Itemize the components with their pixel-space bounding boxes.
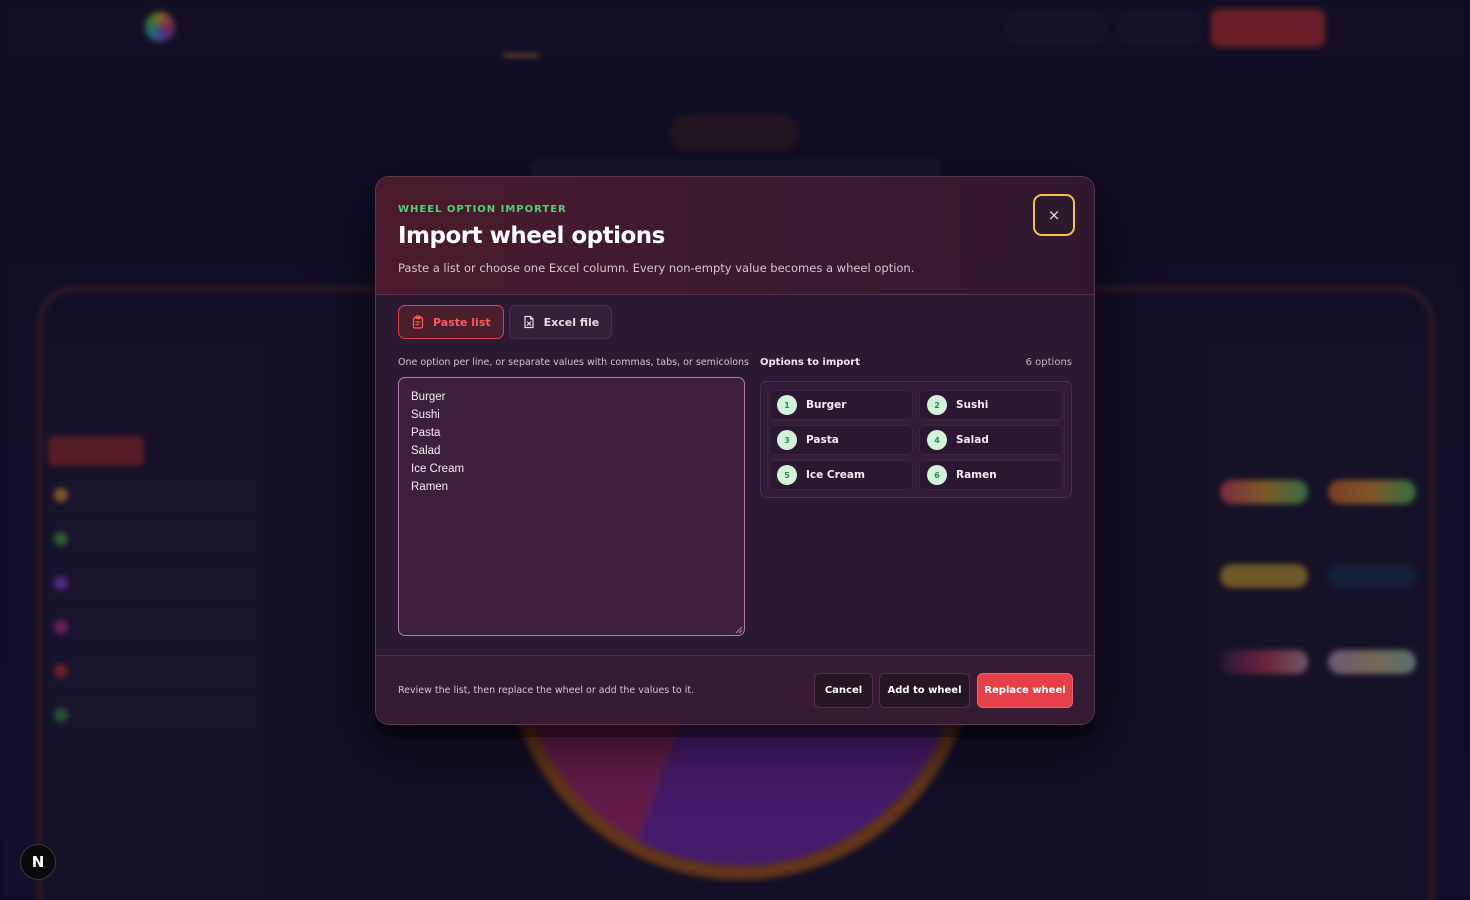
option-number: 5 <box>777 465 797 485</box>
modal-title: Import wheel options <box>398 223 665 249</box>
option-chip: 6 Ramen <box>919 460 1063 490</box>
tab-label: Paste list <box>433 315 491 329</box>
import-options-modal: WHEEL OPTION IMPORTER Import wheel optio… <box>375 176 1095 725</box>
option-number: 6 <box>927 465 947 485</box>
option-label: Pasta <box>806 434 839 446</box>
option-label: Salad <box>956 434 989 446</box>
excel-file-icon <box>524 315 534 329</box>
replace-wheel-button[interactable]: Replace wheel <box>977 673 1073 708</box>
preview-count: 6 options <box>1025 357 1072 368</box>
option-number: 3 <box>777 430 797 450</box>
close-icon: × <box>1047 206 1061 224</box>
add-to-wheel-button[interactable]: Add to wheel <box>879 673 970 708</box>
option-chip: 4 Salad <box>919 425 1063 455</box>
modal-header: WHEEL OPTION IMPORTER Import wheel optio… <box>376 177 1094 295</box>
option-label: Sushi <box>956 399 989 411</box>
modal-eyebrow: WHEEL OPTION IMPORTER <box>398 204 567 215</box>
modal-footer: Review the list, then replace the wheel … <box>376 655 1094 724</box>
clipboard-icon <box>412 315 424 329</box>
option-chip: 3 Pasta <box>769 425 913 455</box>
close-button[interactable]: × <box>1033 194 1075 236</box>
option-chip: 1 Burger <box>769 390 913 420</box>
option-chip: 5 Ice Cream <box>769 460 913 490</box>
options-textarea[interactable]: Burger Sushi Pasta Salad Ice Cream Ramen <box>398 377 745 636</box>
preview-heading: Options to import <box>760 357 861 368</box>
tab-label: Excel file <box>543 315 600 329</box>
import-mode-tabs: Paste list Excel file <box>398 305 613 339</box>
option-label: Ramen <box>956 469 997 481</box>
cancel-button[interactable]: Cancel <box>814 673 873 708</box>
dev-tools-badge[interactable]: N <box>20 844 56 880</box>
resize-grip-icon[interactable] <box>734 625 743 634</box>
tab-excel-file[interactable]: Excel file <box>508 305 613 339</box>
option-label: Burger <box>806 399 847 411</box>
paste-input-label: One option per line, or separate values … <box>398 357 750 368</box>
option-label: Ice Cream <box>806 469 865 481</box>
badge-letter: N <box>31 853 45 871</box>
option-number: 1 <box>777 395 797 415</box>
options-preview: 1 Burger 2 Sushi 3 Pasta 4 Salad 5 Ice C… <box>760 381 1072 498</box>
modal-description: Paste a list or choose one Excel column.… <box>398 261 915 275</box>
tab-paste-list[interactable]: Paste list <box>398 305 504 339</box>
option-number: 4 <box>927 430 947 450</box>
option-number: 2 <box>927 395 947 415</box>
option-chip: 2 Sushi <box>919 390 1063 420</box>
footer-hint: Review the list, then replace the wheel … <box>398 685 695 696</box>
